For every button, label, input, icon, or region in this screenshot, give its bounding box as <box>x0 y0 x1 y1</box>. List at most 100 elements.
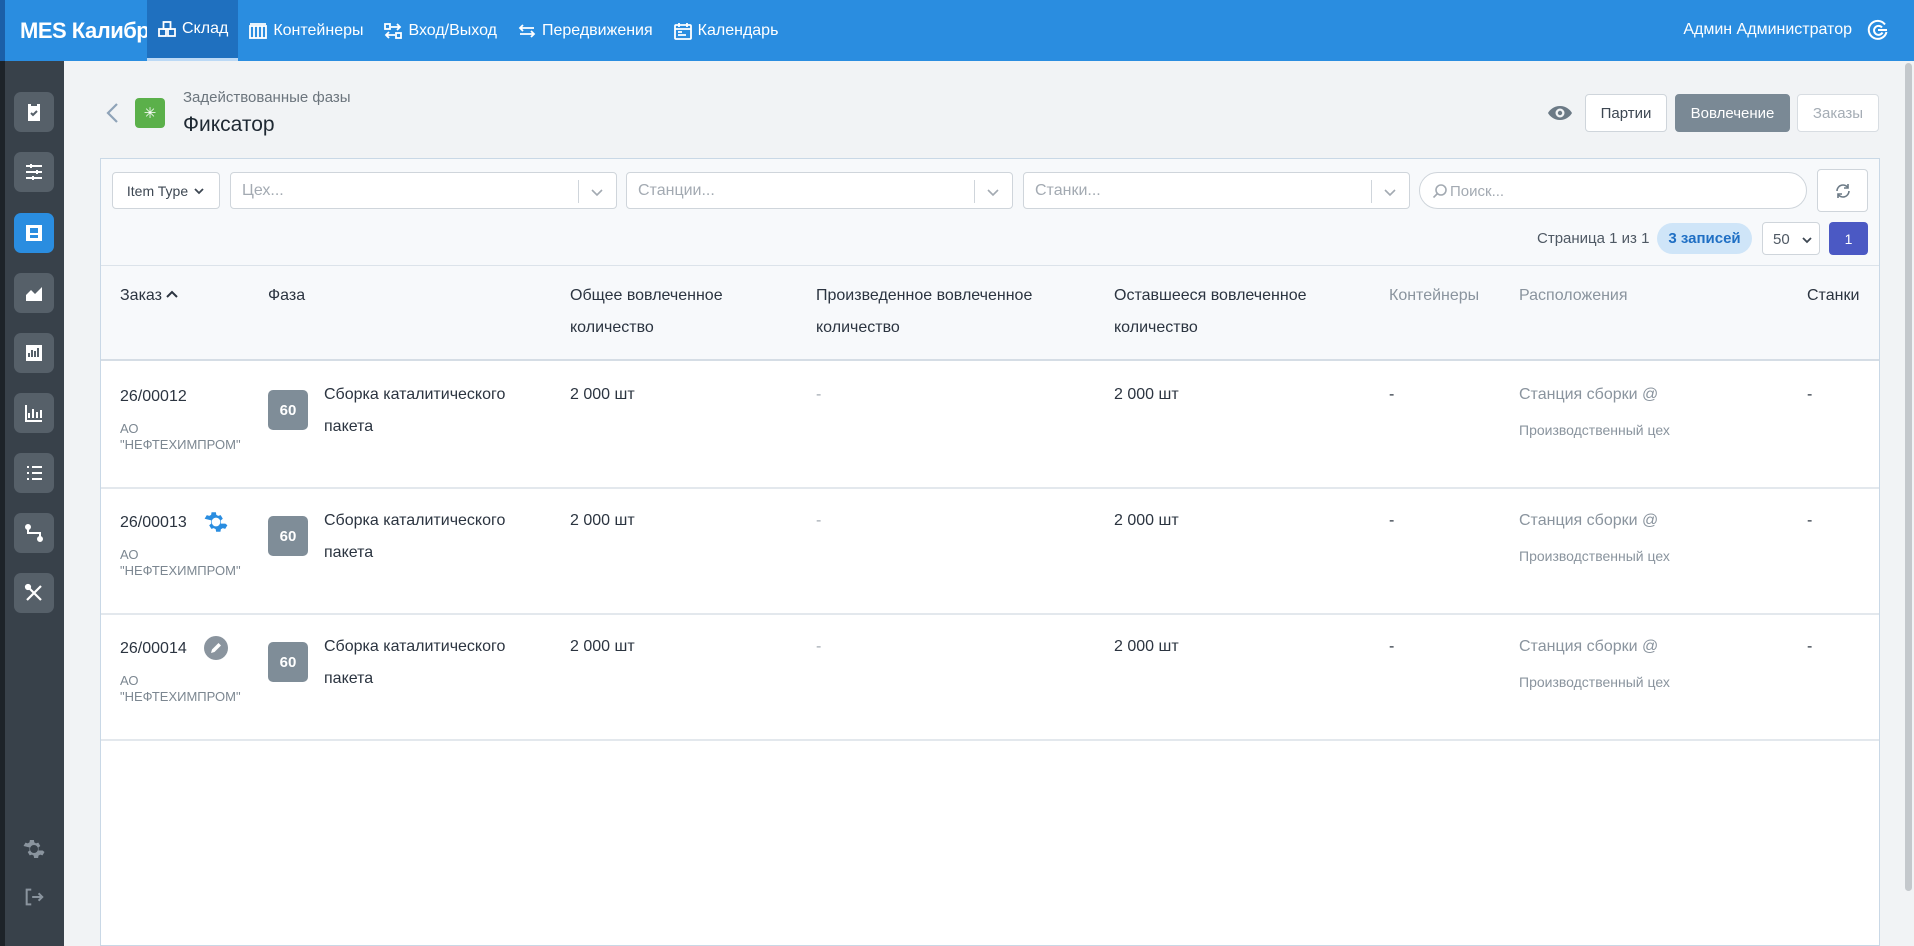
sidebar-item-routes[interactable] <box>14 513 54 553</box>
sidebar-item-storage[interactable] <box>14 213 54 253</box>
line-chart-icon <box>25 405 42 422</box>
phase-status-icon: ✳ <box>135 98 165 128</box>
column-containers[interactable]: Контейнеры <box>1389 280 1479 312</box>
area-chart-icon <box>26 287 42 301</box>
sidebar-item-bar-chart[interactable] <box>14 333 54 373</box>
chevron-down-icon <box>1384 189 1396 197</box>
customer-name: АО "НЕФТЕХИМПРОМ" <box>120 547 241 578</box>
nav-containers[interactable]: Контейнеры <box>238 0 373 61</box>
storage-icon <box>26 225 42 241</box>
column-machines[interactable]: Станки <box>1807 280 1859 312</box>
total-quantity: 2 000 шт <box>570 638 635 655</box>
parties-button[interactable]: Партии <box>1585 94 1667 132</box>
phase-number-badge: 60 <box>268 516 308 556</box>
column-produced-line1: Произведенное вовлеченное <box>816 287 1033 304</box>
user-profile-icon[interactable] <box>1866 18 1890 42</box>
select-divider <box>1371 180 1372 203</box>
top-navbar: MES Калибр Склад Контейнеры Вход/Выход П… <box>0 0 1914 61</box>
location-station: Станция сборки @ <box>1519 512 1659 529</box>
sidebar-logout[interactable] <box>20 883 48 911</box>
column-total-line1: Общее вовлеченное <box>570 287 723 304</box>
customer-name: АО "НЕФТЕХИМПРОМ" <box>120 673 241 704</box>
order-number[interactable]: 26/00012 <box>120 381 187 413</box>
records-badge: 3 записей <box>1657 223 1752 254</box>
route-icon <box>25 524 43 542</box>
user-name[interactable]: Админ Администратор <box>1683 21 1852 39</box>
in-out-icon <box>384 22 403 39</box>
containers-icon <box>249 22 268 39</box>
chevron-down-icon <box>1802 237 1812 244</box>
sidebar-settings[interactable] <box>20 835 48 863</box>
column-total-line2: количество <box>570 319 654 336</box>
column-produced[interactable]: Произведенное вовлеченное количество <box>816 280 1032 344</box>
page-subtitle: Задействованные фазы <box>183 89 351 106</box>
nav-warehouse[interactable]: Склад <box>147 0 239 61</box>
select-divider <box>578 180 579 203</box>
workshop-select[interactable]: Цех... <box>230 172 617 209</box>
table-row[interactable]: 26/00012 АО "НЕФТЕХИМПРОМ" 60 Сборка кат… <box>101 363 1879 489</box>
search-input[interactable]: Поиск... <box>1419 172 1807 209</box>
stations-select[interactable]: Станции... <box>626 172 1013 209</box>
app-logo[interactable]: MES Калибр <box>20 18 150 44</box>
phase-name: Сборка каталитического пакета <box>324 638 506 687</box>
orders-button[interactable]: Заказы <box>1797 94 1879 132</box>
sidebar-item-area-chart[interactable] <box>14 273 54 313</box>
sidebar-item-tools[interactable] <box>14 573 54 613</box>
item-type-dropdown[interactable]: Item Type <box>112 172 220 209</box>
sidebar-item-tasks[interactable] <box>14 92 54 132</box>
nav-containers-label: Контейнеры <box>273 21 364 39</box>
page-button-1[interactable]: 1 <box>1829 222 1868 255</box>
scrollbar-thumb[interactable] <box>1905 63 1912 891</box>
pencil-icon[interactable] <box>203 635 229 661</box>
page-scrollbar[interactable] <box>1902 61 1914 946</box>
table-header: Заказ Фаза Общее вовлеченное количество … <box>101 265 1879 361</box>
machines-select[interactable]: Станки... <box>1023 172 1410 209</box>
remaining-quantity: 2 000 шт <box>1114 512 1179 529</box>
item-type-label: Item Type <box>126 182 189 199</box>
eye-icon[interactable] <box>1546 101 1574 125</box>
phase-number-badge: 60 <box>268 390 308 430</box>
settings-gear-icon <box>23 840 45 858</box>
nav-in-out[interactable]: Вход/Выход <box>373 0 507 61</box>
order-number[interactable]: 26/00014 <box>120 633 187 665</box>
column-remaining-line2: количество <box>1114 319 1198 336</box>
column-order[interactable]: Заказ <box>120 280 179 312</box>
machines-value: - <box>1807 386 1813 403</box>
table-row[interactable]: 26/00013 АО "НЕФТЕХИМПРОМ" 60 Сборка кат… <box>101 489 1879 615</box>
machines-value: - <box>1807 512 1813 529</box>
search-placeholder: Поиск... <box>1450 183 1505 200</box>
machines-value: - <box>1807 638 1813 655</box>
total-quantity: 2 000 шт <box>570 512 635 529</box>
refresh-button[interactable] <box>1817 169 1868 212</box>
calendar-icon <box>673 22 692 40</box>
containers-value: - <box>1389 512 1395 529</box>
produced-quantity: - <box>816 638 822 655</box>
page-info: Страница 1 из 1 <box>1537 230 1650 247</box>
sidebar-item-settings-sliders[interactable] <box>14 152 54 192</box>
column-locations[interactable]: Расположения <box>1519 280 1628 312</box>
location-station: Станция сборки @ <box>1519 638 1659 655</box>
involvement-button[interactable]: Вовлечение <box>1675 94 1790 132</box>
phase-name: Сборка каталитического пакета <box>324 386 506 435</box>
nav-in-out-label: Вход/Выход <box>408 21 497 39</box>
column-remaining[interactable]: Оставшееся вовлеченное количество <box>1114 280 1307 344</box>
window-edge-left <box>0 61 5 946</box>
column-produced-line2: количество <box>816 319 900 336</box>
page-title: Фиксатор <box>183 113 275 136</box>
back-chevron-icon[interactable] <box>103 101 123 125</box>
search-icon <box>1432 184 1447 199</box>
nav-calendar[interactable]: Календарь <box>663 0 789 61</box>
column-total[interactable]: Общее вовлеченное количество <box>570 280 723 344</box>
order-number[interactable]: 26/00013 <box>120 507 187 539</box>
main-nav: Склад Контейнеры Вход/Выход Передвижения… <box>147 0 788 61</box>
gear-icon[interactable] <box>203 509 229 535</box>
sidebar-item-line-chart[interactable] <box>14 393 54 433</box>
nav-transfers[interactable]: Передвижения <box>507 0 663 61</box>
per-page-select[interactable]: 50 <box>1762 222 1820 255</box>
table-row[interactable]: 26/00014 АО "НЕФТЕХИМПРОМ" 60 Сборка кат… <box>101 615 1879 741</box>
main-panel: Item Type Цех... Станции... Станки... По… <box>100 158 1880 946</box>
chevron-down-icon <box>591 189 603 197</box>
sidebar-item-list[interactable] <box>14 453 54 493</box>
column-phase[interactable]: Фаза <box>268 280 305 312</box>
bar-chart-icon <box>26 345 42 361</box>
